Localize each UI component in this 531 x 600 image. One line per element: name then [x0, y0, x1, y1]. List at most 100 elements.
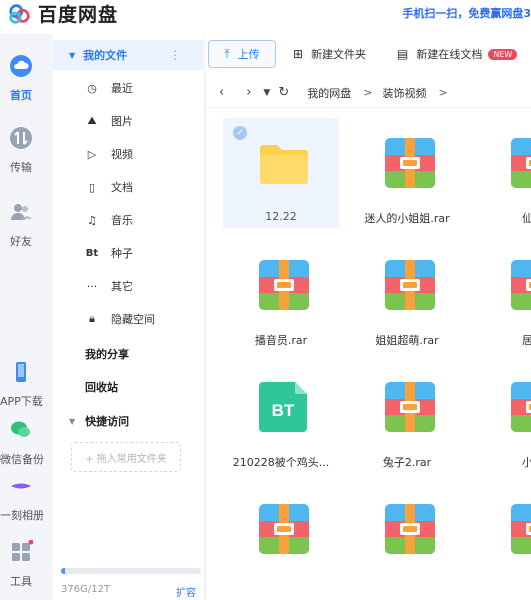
folder-plus-icon: ⊞ [293, 47, 304, 61]
sidebar-item-videos[interactable]: ▷ 视频 [85, 144, 133, 164]
nav-transfer-label: 传输 [10, 161, 32, 174]
rar-archive-icon [511, 504, 531, 554]
breadcrumb-separator: > [438, 86, 448, 99]
tools-icon [12, 539, 34, 561]
sidebar-item-torrents[interactable]: Bt 种子 [85, 243, 133, 263]
app-header: 百度网盘 手机扫一扫，免费赢网盘3 [0, 0, 531, 27]
sidebar-my-files-label: 我的文件 [83, 49, 128, 62]
file-name: 播音员.rar [254, 334, 308, 347]
rar-archive-icon [259, 260, 309, 310]
nav-app-download-label: APP下载 [0, 395, 43, 408]
breadcrumb-current[interactable]: 装饰视频 [382, 85, 426, 101]
sidebar-item-images[interactable]: ⛰ 图片 [85, 111, 133, 131]
main-toolbar: ⤒ 上传 ⊞ 新建文件夹 ▤ 新建在线文档 NEW [205, 34, 531, 74]
sidebar-my-files[interactable]: ▼ 我的文件 ⋮ [53, 40, 203, 70]
dots-icon: ··· [86, 279, 98, 293]
sidebar-item-other[interactable]: ··· 其它 [85, 276, 133, 296]
file-tile[interactable]: 居家 [475, 240, 531, 350]
new-folder-label: 新建文件夹 [311, 48, 367, 61]
collapse-triangle-icon: ▼ [69, 416, 76, 426]
file-tile[interactable]: 兔子2.rar [349, 362, 465, 472]
more-options-icon[interactable]: ⋮ [169, 48, 181, 62]
nav-home[interactable]: 首页 [0, 54, 42, 103]
storage-usage-bar [61, 568, 201, 574]
file-tile[interactable]: 迷人的小姐姐.rar [349, 118, 465, 228]
file-tile[interactable]: 仙女 [475, 118, 531, 228]
file-name: 仙女 [522, 212, 531, 225]
sidebar-recycle-bin[interactable]: 回收站 [85, 379, 118, 395]
nav-album[interactable]: 一刻相册 [0, 474, 44, 523]
nav-transfer[interactable]: 传输 [0, 126, 42, 175]
file-tile[interactable]: BT 210228被个鸡头... [223, 362, 339, 472]
file-tile[interactable] [223, 484, 339, 594]
quick-access-drop-zone[interactable]: + 拖入常用文件夹 [71, 442, 181, 472]
play-icon: ▷ [87, 147, 97, 161]
file-tile[interactable] [475, 484, 531, 594]
doc-icon: ▯ [88, 180, 96, 194]
new-folder-button[interactable]: ⊞ 新建文件夹 [293, 40, 366, 68]
file-name: 小王 [522, 456, 531, 469]
sidebar-item-label: 文档 [111, 181, 133, 194]
file-tile[interactable]: 小王 [475, 362, 531, 472]
folder-icon [260, 145, 308, 184]
collapse-triangle-icon[interactable]: ▼ [69, 51, 75, 60]
nav-tools[interactable]: 工具 [0, 539, 42, 589]
sidebar-item-label: 种子 [111, 247, 133, 260]
rar-archive-icon [259, 504, 309, 554]
file-name: 迷人的小姐姐.rar [364, 212, 450, 225]
path-bar: ‹ › ▼ ↻ 我的网盘 > 装饰视频 > [205, 78, 531, 108]
sidebar-item-recent[interactable]: ◷ 最近 [85, 78, 133, 98]
bt-icon: Bt [85, 247, 99, 259]
rar-archive-icon [511, 138, 531, 188]
document-icon: ▤ [397, 47, 409, 61]
bt-badge-text: BT [272, 401, 295, 420]
file-sidebar: ▼ 我的文件 ⋮ ◷ 最近 ⛰ 图片 ▷ 视频 ▯ 文档 ♫ 音乐 Bt 种子 … [53, 34, 205, 600]
file-tile[interactable] [349, 484, 465, 594]
app-logo: 百度网盘 [8, 0, 118, 27]
promo-link[interactable]: 手机扫一扫，免费赢网盘3 [402, 5, 531, 21]
file-tile[interactable]: 姐姐超萌.rar [349, 240, 465, 350]
sidebar-my-share[interactable]: 我的分享 [85, 346, 129, 362]
phone-icon [16, 362, 26, 382]
upload-button-label: 上传 [237, 48, 260, 61]
sidebar-item-label: 视频 [111, 148, 133, 161]
refresh-icon[interactable]: ↻ [278, 85, 289, 100]
rar-archive-icon [511, 382, 531, 432]
rar-archive-icon [385, 382, 435, 432]
nav-app-download[interactable]: APP下载 [0, 360, 43, 409]
storage-usage-fill [61, 568, 66, 574]
breadcrumb-root[interactable]: 我的网盘 [307, 85, 351, 101]
nav-wechat-backup[interactable]: 微信备份 [0, 418, 44, 467]
nav-wechat-backup-label: 微信备份 [0, 453, 44, 466]
sidebar-item-documents[interactable]: ▯ 文档 [85, 177, 133, 197]
clock-icon: ◷ [87, 81, 97, 95]
file-tile[interactable]: 播音员.rar [223, 240, 339, 350]
upload-button[interactable]: ⤒ 上传 [208, 40, 276, 68]
sidebar-item-label: 音乐 [111, 214, 133, 227]
left-nav: 首页 传输 好友 APP下载 微信备份 一刻相册 工具 [0, 34, 53, 600]
transfer-icon [10, 127, 32, 149]
friends-icon [11, 204, 32, 220]
rar-archive-icon [511, 260, 531, 310]
nav-home-label: 首页 [10, 89, 32, 102]
history-dropdown-icon[interactable]: ▼ [263, 88, 270, 98]
new-online-doc-button[interactable]: ▤ 新建在线文档 NEW [397, 40, 518, 68]
sidebar-item-hidden-space[interactable]: 🔒︎ 隐藏空间 [85, 309, 155, 329]
app-title: 百度网盘 [38, 4, 119, 26]
back-arrow-icon[interactable]: ‹ [219, 85, 224, 100]
rar-archive-icon [385, 260, 435, 310]
sidebar-item-music[interactable]: ♫ 音乐 [85, 210, 133, 230]
new-badge: NEW [488, 48, 518, 60]
mountain-icon: ⛰ [87, 114, 97, 127]
nav-friends-label: 好友 [10, 235, 32, 248]
file-name: 210228被个鸡头... [232, 456, 330, 469]
sidebar-quick-access-label: 快捷访问 [85, 415, 130, 428]
expand-storage-link[interactable]: 扩容 [176, 584, 196, 599]
file-tile[interactable]: ✓ 12.22 [223, 118, 339, 228]
checkmark-icon[interactable]: ✓ [233, 126, 247, 140]
file-name: 12.22 [265, 210, 297, 223]
sidebar-quick-access[interactable]: ▼ 快捷访问 [69, 413, 129, 429]
nav-friends[interactable]: 好友 [0, 200, 42, 249]
wechat-icon [11, 421, 30, 437]
forward-arrow-icon[interactable]: › [246, 85, 251, 100]
